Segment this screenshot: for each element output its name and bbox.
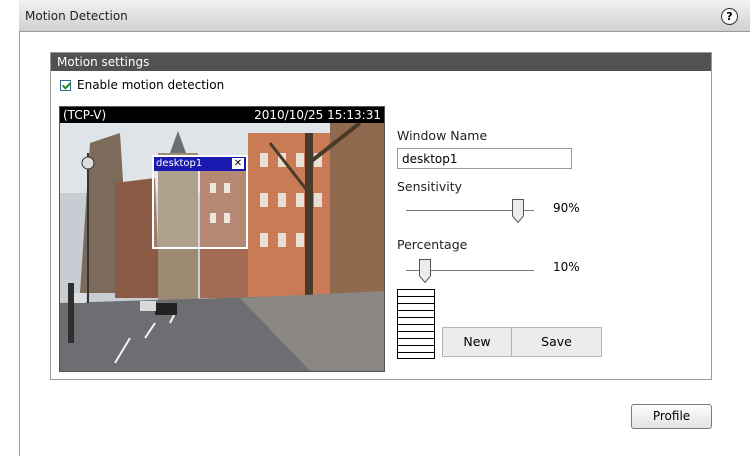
motion-window-title[interactable]: desktop1 ✕: [154, 157, 246, 171]
window-name-input[interactable]: [397, 148, 572, 169]
profile-button[interactable]: Profile: [631, 404, 712, 429]
help-icon[interactable]: ?: [721, 8, 738, 25]
motion-window-name: desktop1: [156, 158, 203, 169]
sensitivity-label: Sensitivity: [397, 179, 463, 194]
sensitivity-thumb[interactable]: [512, 199, 524, 223]
enable-motion-label: Enable motion detection: [77, 78, 225, 92]
enable-motion-checkbox[interactable]: [60, 79, 71, 91]
sensitivity-value: 90%: [553, 201, 580, 215]
percentage-indicator-bar: [397, 289, 435, 359]
percentage-value: 10%: [553, 260, 580, 274]
close-icon[interactable]: ✕: [232, 158, 244, 169]
percentage-label: Percentage: [397, 237, 468, 252]
motion-settings-panel: Motion settings Enable motion detection …: [50, 52, 712, 380]
percentage-thumb[interactable]: [419, 259, 431, 283]
window-name-label: Window Name: [397, 128, 488, 143]
save-button[interactable]: Save: [511, 327, 602, 357]
title-bar: Motion Detection ?: [19, 0, 750, 32]
video-preview[interactable]: (TCP-V) 2010/10/25 15:13:31 desktop1 ✕: [59, 106, 385, 372]
new-button[interactable]: New: [442, 327, 512, 357]
video-info-bar: (TCP-V) 2010/10/25 15:13:31: [60, 107, 384, 123]
percentage-slider[interactable]: [406, 259, 534, 283]
video-protocol: (TCP-V): [63, 108, 107, 122]
window-title: Motion Detection: [25, 9, 128, 23]
sensitivity-slider[interactable]: [406, 199, 534, 223]
motion-window-desktop1[interactable]: desktop1 ✕: [152, 155, 248, 249]
panel-header: Motion settings: [51, 53, 711, 71]
enable-motion-row[interactable]: Enable motion detection: [60, 78, 224, 92]
video-timestamp: 2010/10/25 15:13:31: [254, 108, 381, 122]
